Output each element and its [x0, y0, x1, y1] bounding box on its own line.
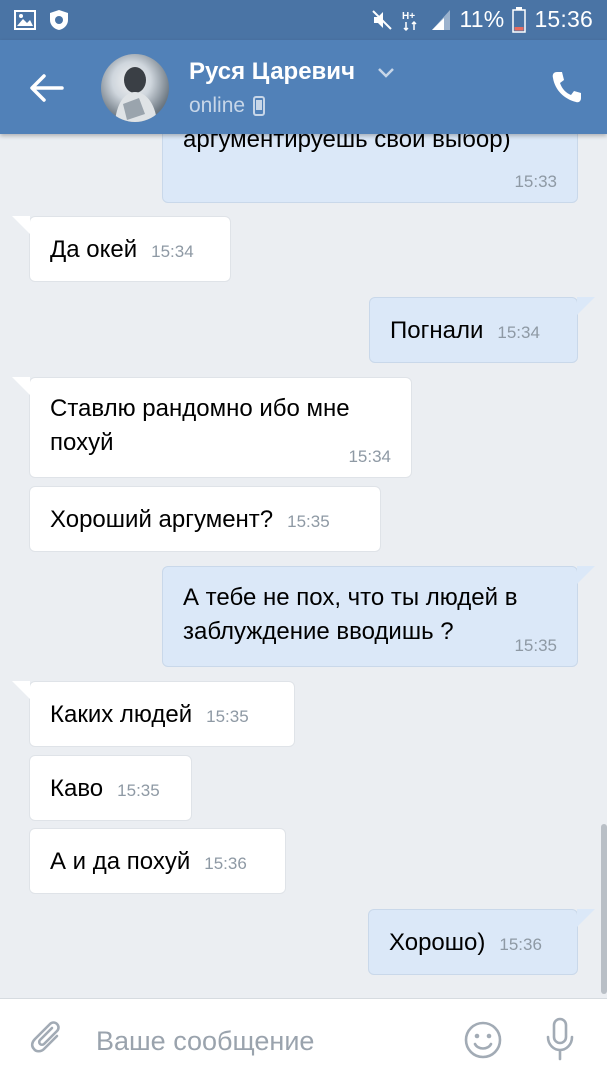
message-text: Ставлю рандомно ибо мне похуй	[50, 395, 350, 456]
battery-percent: 11%	[459, 6, 505, 32]
message-text: Каво	[50, 775, 104, 802]
status-bar: H+ 11% 15:36	[0, 0, 607, 40]
message-incoming[interactable]: Каво 15:35	[29, 755, 192, 821]
message-time: 15:34	[497, 323, 540, 342]
phone-icon[interactable]	[551, 70, 581, 104]
message-time: 15:34	[151, 242, 194, 261]
battery-icon	[512, 6, 527, 33]
contact-name[interactable]: Руся Царевич	[189, 58, 355, 86]
message-list[interactable]: аргументируешь свой выбор) 15:33 Да окей…	[0, 134, 607, 998]
message-text: Хорошо)	[389, 929, 486, 956]
message-outgoing[interactable]: аргументируешь свой выбор) 15:33	[162, 134, 578, 203]
svg-text:H+: H+	[402, 11, 415, 22]
scrollbar[interactable]	[601, 824, 607, 994]
online-status: online	[189, 94, 266, 118]
message-text: Хороший аргумент?	[50, 506, 274, 533]
message-time: 15:35	[117, 781, 160, 800]
mobile-icon	[253, 96, 266, 116]
message-text: А и да похуй	[50, 848, 191, 875]
shield-icon	[50, 10, 68, 30]
message-text: Погнали	[390, 317, 484, 344]
chat-header: Руся Царевич online	[0, 40, 607, 134]
message-outgoing[interactable]: Хорошо) 15:36	[368, 909, 595, 975]
message-text: Да окей	[50, 236, 138, 263]
message-text: Каких людей	[50, 701, 193, 728]
network-icon: H+	[402, 11, 417, 31]
message-time: 15:34	[348, 447, 391, 466]
message-incoming[interactable]: Каких людей 15:35	[12, 681, 295, 747]
signal-icon	[431, 9, 450, 30]
status-text: online	[189, 94, 246, 117]
message-outgoing[interactable]: А тебе не пох, что ты людей в заблуждени…	[162, 566, 595, 667]
message-time: 15:36	[204, 854, 247, 873]
message-incoming[interactable]: Ставлю рандомно ибо мне похуй 15:34	[12, 377, 412, 478]
emoji-icon[interactable]	[463, 1020, 503, 1060]
avatar[interactable]	[101, 54, 169, 122]
microphone-icon[interactable]	[543, 1017, 577, 1061]
message-text: А тебе не пох, что ты людей в заблуждени…	[183, 584, 518, 645]
paperclip-icon[interactable]	[30, 1019, 66, 1059]
message-outgoing[interactable]: Погнали 15:34	[369, 297, 595, 363]
chevron-down-icon[interactable]	[377, 67, 395, 79]
message-input[interactable]	[96, 1021, 436, 1061]
message-time: 15:36	[499, 935, 542, 954]
message-incoming[interactable]: А и да похуй 15:36	[29, 828, 286, 894]
message-time: 15:35	[514, 636, 557, 655]
message-incoming[interactable]: Да окей 15:34	[12, 216, 231, 282]
clock: 15:36	[534, 6, 593, 32]
gallery-icon	[14, 10, 36, 30]
back-arrow-icon[interactable]	[26, 70, 66, 106]
message-composer	[0, 998, 607, 1081]
message-time: 15:33	[514, 172, 557, 191]
message-time: 15:35	[287, 512, 330, 531]
message-incoming[interactable]: Хороший аргумент? 15:35	[29, 486, 381, 552]
mute-icon	[371, 9, 392, 30]
message-text: аргументируешь свой выбор)	[183, 134, 511, 153]
avatar-photo	[115, 67, 157, 122]
message-time: 15:35	[206, 707, 249, 726]
